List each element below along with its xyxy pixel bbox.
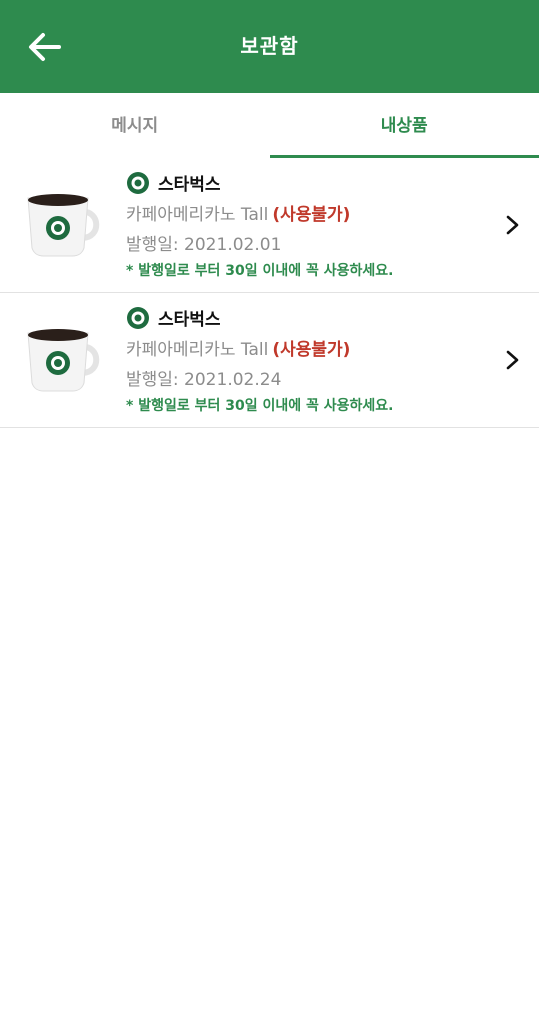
product-name-row: 카페아메리카노 Tall (사용불가) [126,335,350,360]
list-item[interactable]: 스타벅스 카페아메리카노 Tall (사용불가) 발행일: 2021.02.01 … [0,158,539,293]
status-badge: (사용불가) [272,340,351,360]
tab-bar: 메시지 내상품 [0,93,539,158]
brand-row: 스타벅스 [127,305,221,330]
status-badge: (사용불가) [272,205,351,225]
tab-messages[interactable]: 메시지 [0,93,270,158]
brand-row: 스타벅스 [127,170,221,195]
product-name: 카페아메리카노 Tall [126,205,269,225]
tab-my-products[interactable]: 내상품 [269,93,539,158]
product-list: 스타벅스 카페아메리카노 Tall (사용불가) 발행일: 2021.02.01 … [0,158,539,428]
list-item[interactable]: 스타벅스 카페아메리카노 Tall (사용불가) 발행일: 2021.02.24 … [0,293,539,428]
chevron-right-icon [506,215,519,235]
starbucks-logo-icon [127,171,149,194]
coffee-mug-image [27,194,100,257]
chevron-right-icon [506,350,519,370]
app-header: 보관함 [0,0,539,93]
issue-date: 발행일: 2021.02.24 [126,370,282,390]
product-name-row: 카페아메리카노 Tall (사용불가) [126,200,350,225]
brand-name: 스타벅스 [158,310,221,330]
product-name: 카페아메리카노 Tall [126,340,269,360]
issue-date: 발행일: 2021.02.01 [126,235,282,255]
expiry-note: * 발행일로 부터 30일 이내에 꼭 사용하세요. [126,263,394,279]
brand-name: 스타벅스 [158,175,221,195]
page-title: 보관함 [240,34,299,58]
coffee-mug-image [27,329,100,392]
starbucks-logo-icon [127,306,149,329]
expiry-note: * 발행일로 부터 30일 이내에 꼭 사용하세요. [126,398,394,414]
